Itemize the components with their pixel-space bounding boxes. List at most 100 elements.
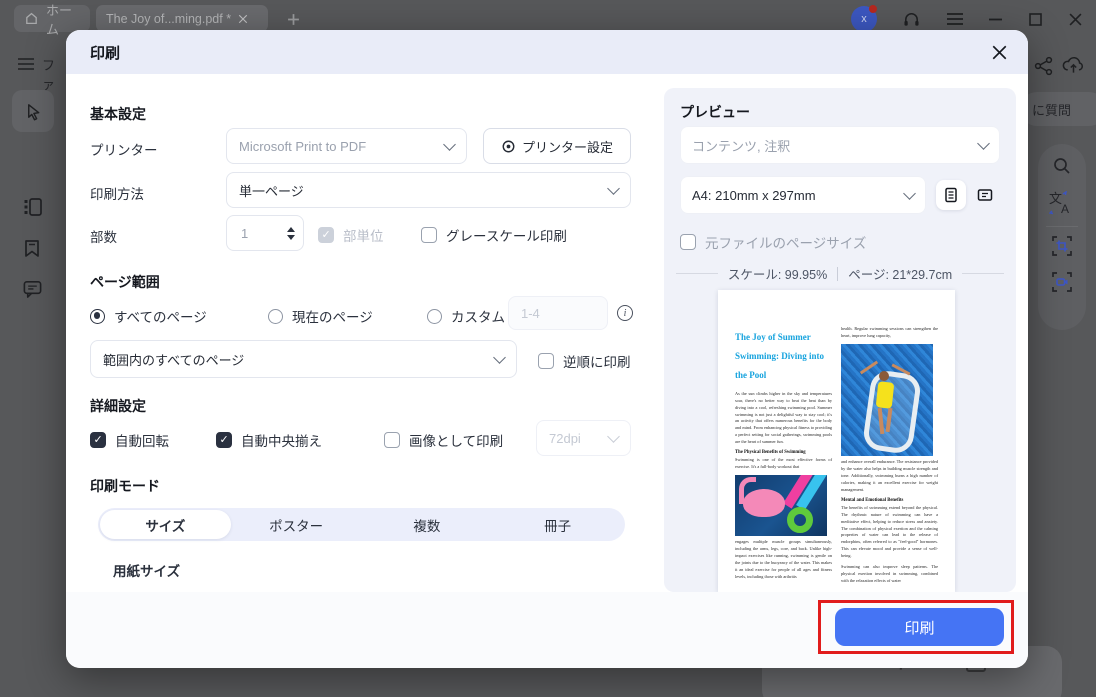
doc-paragraph: and enhance overall endurance. The resis…	[841, 459, 938, 494]
increment-icon[interactable]	[287, 227, 295, 232]
tab-close-icon[interactable]	[238, 14, 248, 24]
page-range-heading: ページ範囲	[90, 272, 160, 292]
bookmark-panel-icon[interactable]	[22, 238, 42, 258]
doc-title: The Joy of Summer Swimming: Diving into …	[735, 328, 832, 385]
dpi-value: 72dpi	[549, 431, 609, 446]
screen-record-icon[interactable]	[1052, 272, 1072, 292]
tab-booklet[interactable]: 冊子	[492, 510, 623, 539]
all-pages-radio-row[interactable]: すべてのページ	[90, 306, 207, 326]
landscape-orientation-button[interactable]	[970, 180, 1000, 210]
original-size-label: 元ファイルのページサイズ	[705, 232, 866, 252]
search-icon[interactable]	[1052, 156, 1072, 176]
collate-checkbox	[318, 227, 334, 243]
left-toolbar: ファ	[0, 38, 66, 697]
preview-heading: プレビュー	[680, 102, 750, 122]
copies-stepper[interactable]	[226, 215, 304, 251]
print-dialog: 印刷 基本設定 プリンター Microsoft Print to PDF プリン…	[66, 30, 1028, 668]
close-window-button[interactable]	[1058, 0, 1092, 38]
print-as-image-checkbox[interactable]	[384, 432, 400, 448]
dialog-close-icon[interactable]	[990, 43, 1008, 61]
reverse-order-checkbox[interactable]	[538, 353, 554, 369]
portrait-orientation-button[interactable]	[936, 180, 966, 210]
tab-document[interactable]: The Joy of...ming.pdf *	[96, 5, 268, 32]
print-method-select[interactable]: 単一ページ	[226, 172, 631, 208]
preview-panel: プレビュー コンテンツ, 注釈 A4: 210mm x 297mm 元ファイルの…	[664, 88, 1016, 592]
paper-size-select[interactable]: A4: 210mm x 297mm	[680, 176, 926, 214]
printer-select[interactable]: Microsoft Print to PDF	[226, 128, 467, 164]
tab-poster[interactable]: ポスター	[231, 510, 362, 539]
stepper-arrows[interactable]	[287, 227, 295, 240]
select-tool-button[interactable]	[12, 90, 54, 132]
print-method-value: 単一ページ	[239, 181, 609, 200]
custom-label: カスタム	[451, 306, 505, 326]
advanced-settings-heading: 詳細設定	[90, 396, 146, 416]
divider	[962, 273, 1004, 274]
file-menu-label[interactable]: ファ	[42, 55, 66, 93]
custom-radio[interactable]	[427, 309, 442, 324]
current-page-radio[interactable]	[268, 309, 283, 324]
home-icon	[24, 11, 39, 26]
grayscale-checkbox-row[interactable]: グレースケール印刷	[421, 225, 567, 245]
crop-capture-icon[interactable]	[1052, 236, 1072, 256]
ask-ai-button[interactable]: に質問	[1020, 92, 1096, 126]
page-subset-select[interactable]: 範囲内のすべてのページ	[90, 340, 517, 378]
auto-center-checkbox-row[interactable]: 自動中央揃え	[216, 430, 322, 450]
file-menu-icon[interactable]	[18, 58, 34, 70]
divider	[837, 267, 838, 281]
doc-paragraph: The benefits of swimming extend beyond t…	[841, 505, 938, 561]
original-size-checkbox-row[interactable]: 元ファイルのページサイズ	[680, 232, 866, 252]
chevron-down-icon	[493, 351, 506, 364]
chevron-down-icon	[607, 430, 620, 443]
all-pages-label: すべてのページ	[114, 306, 207, 326]
tab-multiple[interactable]: 複数	[362, 510, 493, 539]
chevron-down-icon	[443, 138, 456, 151]
custom-radio-row[interactable]: カスタム	[427, 306, 505, 326]
doc-paragraph: engages multiple muscle groups simultane…	[735, 539, 832, 581]
share-icon[interactable]	[1034, 56, 1054, 76]
grayscale-checkbox[interactable]	[421, 227, 437, 243]
print-button[interactable]: 印刷	[835, 608, 1004, 646]
tab-home[interactable]: ホーム	[14, 5, 90, 32]
preview-content-select[interactable]: コンテンツ, 注釈	[680, 126, 1000, 164]
auto-rotate-checkbox[interactable]	[90, 432, 106, 448]
original-size-checkbox[interactable]	[680, 234, 696, 250]
maximize-button[interactable]	[1018, 0, 1052, 38]
print-method-label: 印刷方法	[90, 183, 144, 203]
printer-settings-button[interactable]: プリンター設定	[483, 128, 631, 164]
chevron-down-icon	[977, 137, 990, 150]
grayscale-label: グレースケール印刷	[446, 225, 567, 245]
reverse-order-checkbox-row[interactable]: 逆順に印刷	[538, 351, 631, 371]
reverse-order-label: 逆順に印刷	[563, 351, 631, 371]
divider	[676, 273, 718, 274]
chevron-down-icon	[607, 182, 620, 195]
preview-page: The Joy of Summer Swimming: Diving into …	[718, 290, 955, 592]
tab-size[interactable]: サイズ	[100, 510, 231, 539]
current-page-radio-row[interactable]: 現在のページ	[268, 306, 373, 326]
doc-paragraph: Swimming can also improve sleep patterns…	[841, 564, 938, 585]
collate-label: 部単位	[343, 225, 384, 245]
paper-size-value: A4: 210mm x 297mm	[692, 188, 905, 203]
print-as-image-checkbox-row[interactable]: 画像として印刷	[384, 430, 503, 450]
doc-heading: Mental and Emotional Benefits	[841, 498, 938, 503]
print-mode-tabs: サイズ ポスター 複数 冊子	[98, 508, 625, 541]
thumbnails-panel-icon[interactable]	[22, 196, 44, 218]
scale-text: スケール: 99.95%	[728, 264, 827, 283]
all-pages-radio[interactable]	[90, 309, 105, 324]
chevron-down-icon	[903, 187, 916, 200]
translate-icon[interactable]: 文A	[1048, 190, 1076, 216]
printer-settings-label: プリンター設定	[522, 137, 613, 156]
decrement-icon[interactable]	[287, 235, 295, 240]
dpi-select: 72dpi	[536, 420, 631, 456]
dialog-header: 印刷	[66, 30, 1028, 74]
cloud-upload-icon[interactable]	[1062, 54, 1085, 76]
avatar[interactable]: x	[851, 6, 877, 32]
gear-icon	[501, 139, 516, 154]
copies-value[interactable]	[227, 225, 279, 242]
info-icon[interactable]: i	[617, 305, 633, 321]
page-subset-value: 範囲内のすべてのページ	[103, 350, 495, 369]
comment-panel-icon[interactable]	[22, 278, 43, 299]
auto-rotate-checkbox-row[interactable]: 自動回転	[90, 430, 169, 450]
auto-center-label: 自動中央揃え	[241, 430, 322, 450]
copies-label: 部数	[90, 226, 117, 246]
auto-center-checkbox[interactable]	[216, 432, 232, 448]
